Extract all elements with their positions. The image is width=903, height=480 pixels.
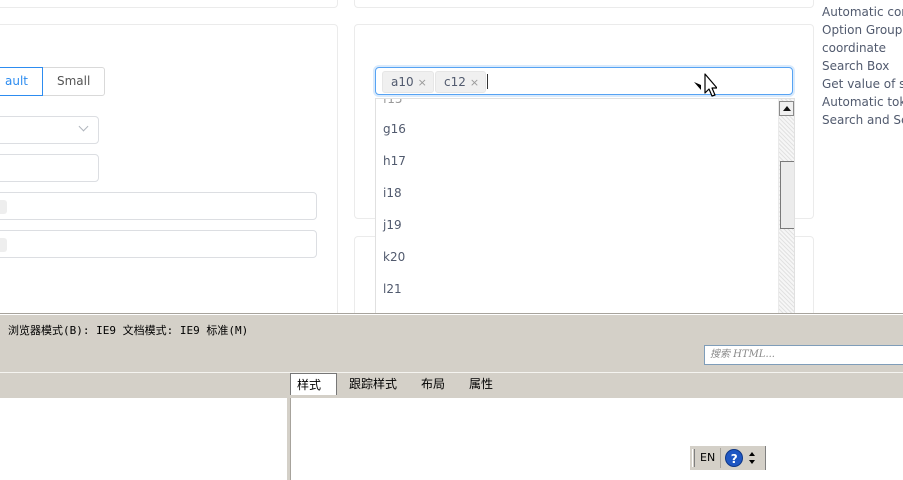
divider — [0, 314, 903, 316]
text-caret — [487, 74, 488, 89]
nav-link[interactable]: Search Box — [822, 57, 903, 75]
demo-card — [354, 0, 814, 8]
multi-select-input[interactable] — [0, 192, 317, 220]
size-radio-group: ault Small — [0, 67, 106, 96]
style-pane[interactable] — [291, 398, 903, 480]
multi-select-input[interactable] — [0, 230, 317, 258]
tab-attributes[interactable]: 属性 — [457, 373, 505, 395]
chevron-down-icon — [78, 121, 89, 132]
size-default-button[interactable]: ault — [0, 67, 43, 96]
dropdown-option[interactable]: g16 — [383, 121, 406, 137]
dropdown-option[interactable]: f15 — [383, 99, 403, 107]
scroll-up-arrow-icon[interactable] — [779, 101, 794, 116]
options-arrow-icon[interactable] — [748, 450, 756, 466]
demo-page: ault Small a10 × c12 × f15 g16 h17 i18 j… — [0, 0, 903, 313]
tag — [0, 200, 7, 214]
dropdown-option[interactable]: i18 — [383, 185, 402, 201]
nav-link[interactable]: Search and Sele — [822, 111, 903, 129]
tag — [0, 238, 7, 252]
developer-tools-panel: 浏览器模式(B): IE9 文档模式: IE9 标准(M) 搜索 HTML...… — [0, 313, 903, 480]
size-small-button[interactable]: Small — [42, 67, 106, 96]
nav-link[interactable]: Option Group — [822, 21, 903, 39]
devtools-tab-bar: 样式 跟踪样式 布局 属性 — [290, 373, 505, 397]
scrollbar-thumb[interactable] — [780, 161, 794, 229]
tag-label: a10 — [391, 75, 414, 89]
demo-card — [0, 0, 338, 8]
html-search-input[interactable]: 搜索 HTML... — [704, 345, 903, 365]
selected-tag: a10 × — [382, 71, 434, 93]
mouse-cursor-icon — [694, 73, 717, 97]
select-dropdown: f15 g16 h17 i18 j19 k20 l21 — [375, 98, 795, 313]
select-large[interactable] — [0, 116, 99, 144]
language-bar: EN ? — [689, 446, 766, 470]
multi-select-focused[interactable]: a10 × c12 × — [375, 67, 793, 95]
close-icon[interactable]: × — [470, 76, 479, 89]
select-default[interactable] — [0, 154, 99, 182]
dropdown-scrollbar[interactable] — [778, 99, 794, 313]
input-language-indicator[interactable]: EN — [695, 448, 722, 468]
browser-mode-menu[interactable]: 浏览器模式(B): IE9 文档模式: IE9 标准(M) — [8, 322, 248, 338]
screen: ault Small a10 × c12 × f15 g16 h17 i18 j… — [0, 0, 903, 480]
dropdown-option[interactable]: l21 — [383, 281, 402, 297]
html-tree-pane[interactable] — [0, 398, 287, 480]
close-icon[interactable]: × — [418, 76, 427, 89]
dropdown-option[interactable]: k20 — [383, 249, 405, 265]
tab-style[interactable]: 样式 — [290, 373, 338, 395]
dropdown-option[interactable]: j19 — [383, 217, 402, 233]
nav-link[interactable]: Automatic com — [822, 3, 903, 21]
selected-tag: c12 × — [435, 71, 487, 93]
tab-layout[interactable]: 布局 — [409, 373, 457, 395]
help-icon[interactable]: ? — [725, 449, 744, 467]
nav-link[interactable]: Get value of sel — [822, 75, 903, 93]
anchor-nav: Automatic com Option Group coordinate Se… — [822, 3, 903, 129]
tab-trace-styles[interactable]: 跟踪样式 — [337, 373, 409, 395]
dropdown-option[interactable]: h17 — [383, 153, 406, 169]
nav-link[interactable]: coordinate — [822, 39, 903, 57]
nav-link[interactable]: Automatic toke — [822, 93, 903, 111]
tag-label: c12 — [444, 75, 466, 89]
